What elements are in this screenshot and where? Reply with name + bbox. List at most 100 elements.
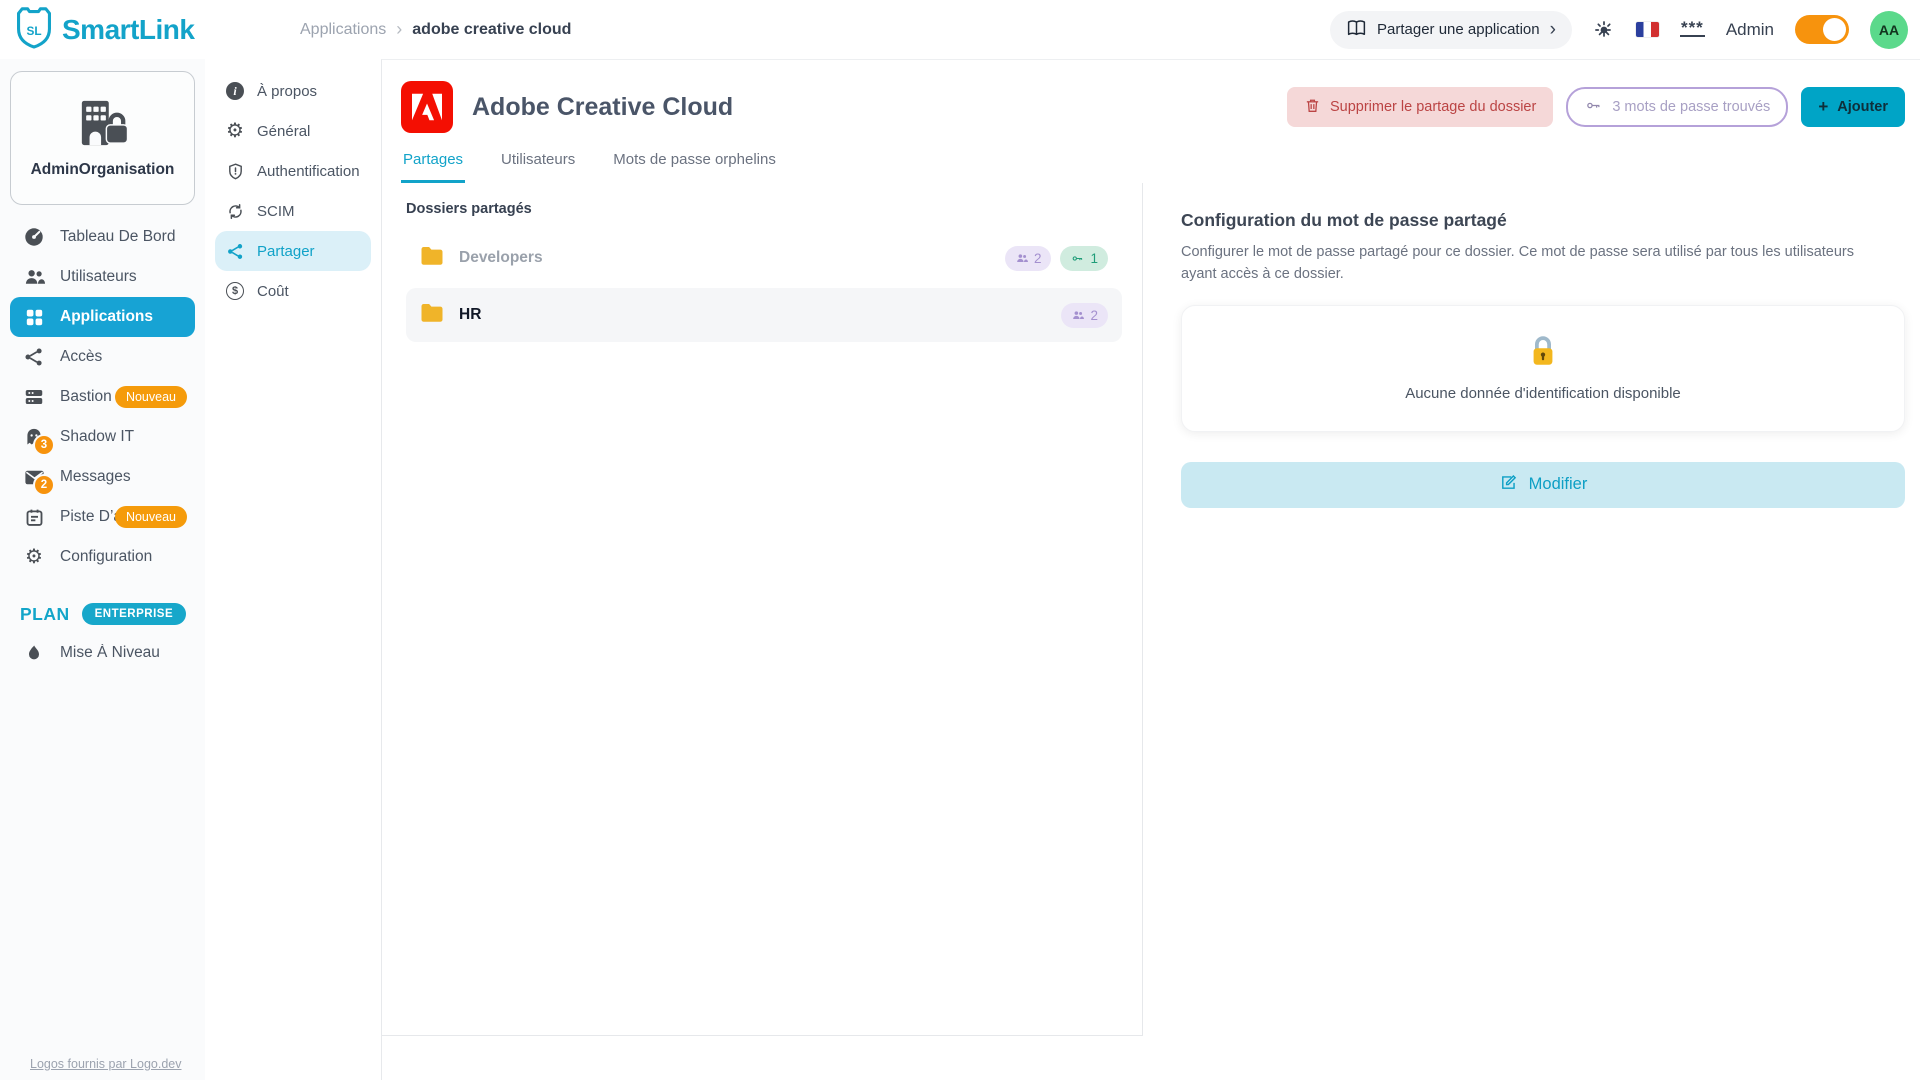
folder-icon: [420, 245, 444, 271]
config-description: Configurer le mot de passe partagé pour …: [1181, 242, 1881, 286]
brand-logo[interactable]: SL SmartLink: [14, 5, 300, 54]
admin-label: Admin: [1726, 20, 1774, 40]
sidebar-item-acces[interactable]: Accès: [10, 337, 195, 377]
config-title: Configuration du mot de passe partagé: [1181, 210, 1905, 231]
shadow-it-count-badge: 3: [35, 436, 53, 454]
passwords-count-badge: 1: [1060, 246, 1108, 271]
admin-mode-toggle[interactable]: [1795, 15, 1849, 44]
breadcrumb-current: adobe creative cloud: [412, 21, 571, 39]
subnav-item-a-propos[interactable]: i À propos: [215, 71, 371, 111]
plan-label: PLAN: [20, 604, 70, 625]
flame-icon: [22, 641, 46, 665]
share-nodes-icon: [225, 241, 245, 261]
primary-sidebar: AdminOrganisation Tableau De Bord Utilis…: [0, 59, 205, 1080]
app-settings-nav: i À propos ⚙ Général Authentification SC…: [205, 59, 381, 1080]
folder-row-hr[interactable]: HR 2: [406, 288, 1122, 342]
sidebar-item-mise-a-niveau[interactable]: Mise À Niveau: [10, 633, 195, 673]
apps-grid-icon: [22, 305, 46, 329]
organisation-card[interactable]: AdminOrganisation: [10, 71, 195, 205]
shared-folders-heading: Dossiers partagés: [406, 201, 1122, 217]
subnav-item-general[interactable]: ⚙ Général: [215, 111, 371, 151]
ghost-icon: 3: [22, 425, 46, 449]
organisation-building-lock-icon: [72, 97, 134, 152]
delete-share-button[interactable]: Supprimer le partage du dossier: [1287, 87, 1553, 127]
share-nodes-icon: [22, 345, 46, 369]
breadcrumb-separator-icon: ›: [396, 19, 402, 40]
breadcrumb-applications[interactable]: Applications: [300, 21, 386, 39]
sidebar-item-piste-audit[interactable]: Piste D’audit Nouveau: [10, 497, 195, 537]
credentials-empty-state: Aucune donnée d'identification disponibl…: [1181, 305, 1905, 432]
users-count-badge: 2: [1061, 303, 1108, 328]
brand-name: SmartLink: [62, 14, 194, 46]
sidebar-nav: Tableau De Bord Utilisateurs Application…: [0, 217, 205, 577]
tab-bar: Partages Utilisateurs Mots de passe orph…: [382, 147, 1920, 183]
dollar-icon: $: [225, 281, 245, 301]
app-window: SL SmartLink Applications › adobe creati…: [0, 0, 1920, 1080]
password-config-panel: Configuration du mot de passe partagé Co…: [1143, 183, 1920, 1080]
organisation-name: AdminOrganisation: [31, 161, 175, 179]
folder-row-developers[interactable]: Developers 2 1: [406, 231, 1122, 285]
share-application-button[interactable]: Partager une application ›: [1330, 11, 1572, 49]
sidebar-item-utilisateurs[interactable]: Utilisateurs: [10, 257, 195, 297]
plan-row: PLAN ENTERPRISE: [10, 603, 195, 625]
info-icon: i: [225, 81, 245, 101]
shared-folders-panel: Dossiers partagés Developers 2: [382, 183, 1143, 1036]
adobe-logo: [401, 81, 453, 133]
main-panel: Adobe Creative Cloud Supprimer le partag…: [381, 59, 1920, 1080]
key-icon: [1584, 97, 1603, 118]
folder-name: Developers: [459, 249, 543, 267]
add-button[interactable]: + Ajouter: [1801, 87, 1905, 127]
sidebar-item-messages[interactable]: 2 Messages: [10, 457, 195, 497]
tab-partages[interactable]: Partages: [401, 147, 465, 183]
subnav-item-partager[interactable]: Partager: [215, 231, 371, 271]
app-header: Adobe Creative Cloud Supprimer le partag…: [382, 60, 1920, 147]
edit-pencil-icon: [1499, 473, 1518, 497]
breadcrumb: Applications › adobe creative cloud: [300, 19, 571, 40]
user-avatar[interactable]: AA: [1870, 11, 1908, 49]
plan-enterprise-badge: ENTERPRISE: [82, 603, 187, 625]
passwords-menu-icon[interactable]: ***: [1680, 23, 1705, 37]
plus-icon: +: [1818, 97, 1828, 117]
french-flag-icon[interactable]: [1636, 22, 1659, 37]
messages-count-badge: 2: [35, 476, 53, 494]
modifier-button[interactable]: Modifier: [1181, 462, 1905, 508]
share-application-label: Partager une application: [1377, 21, 1540, 38]
users-icon: [22, 265, 46, 289]
subnav-item-cout[interactable]: $ Coût: [215, 271, 371, 311]
top-bar: SL SmartLink Applications › adobe creati…: [0, 0, 1920, 59]
book-icon: [1346, 19, 1367, 41]
folder-name: HR: [459, 306, 481, 324]
gear-icon: ⚙: [225, 121, 245, 141]
audit-log-icon: [22, 505, 46, 529]
passwords-found-button[interactable]: 3 mots de passe trouvés: [1566, 87, 1788, 127]
folder-icon: [420, 302, 444, 328]
page-title: Adobe Creative Cloud: [472, 93, 733, 122]
sidebar-item-tableau-de-bord[interactable]: Tableau De Bord: [10, 217, 195, 257]
shield-logo-icon: SL: [14, 5, 54, 54]
nouveau-badge: Nouveau: [115, 386, 187, 408]
trash-icon: [1304, 97, 1321, 118]
shield-alert-icon: [225, 161, 245, 181]
envelope-icon: 2: [22, 465, 46, 489]
tab-utilisateurs[interactable]: Utilisateurs: [499, 147, 577, 183]
padlock-icon: [1527, 334, 1559, 375]
server-icon: [22, 385, 46, 409]
sidebar-item-bastion[interactable]: Bastion Nouveau: [10, 377, 195, 417]
light-mode-sun-icon[interactable]: [1593, 19, 1615, 41]
tab-mots-de-passe-orphelins[interactable]: Mots de passe orphelins: [611, 147, 778, 183]
chevron-right-icon: ›: [1550, 20, 1556, 39]
logo-dev-attribution-link[interactable]: Logos fournis par Logo.dev: [30, 1057, 182, 1071]
dashboard-icon: [22, 225, 46, 249]
sidebar-item-applications[interactable]: Applications: [10, 297, 195, 337]
subnav-item-scim[interactable]: SCIM: [215, 191, 371, 231]
topbar-controls: Partager une application › *** Admin AA: [1330, 11, 1908, 49]
users-count-badge: 2: [1005, 246, 1052, 271]
gear-icon: ⚙: [22, 545, 46, 569]
empty-state-text: Aucune donnée d'identification disponibl…: [1405, 385, 1681, 402]
logo-monogram: SL: [26, 24, 41, 38]
nouveau-badge: Nouveau: [115, 506, 187, 528]
sidebar-item-configuration[interactable]: ⚙ Configuration: [10, 537, 195, 577]
sync-icon: [225, 201, 245, 221]
sidebar-item-shadow-it[interactable]: 3 Shadow IT: [10, 417, 195, 457]
subnav-item-authentification[interactable]: Authentification: [215, 151, 371, 191]
